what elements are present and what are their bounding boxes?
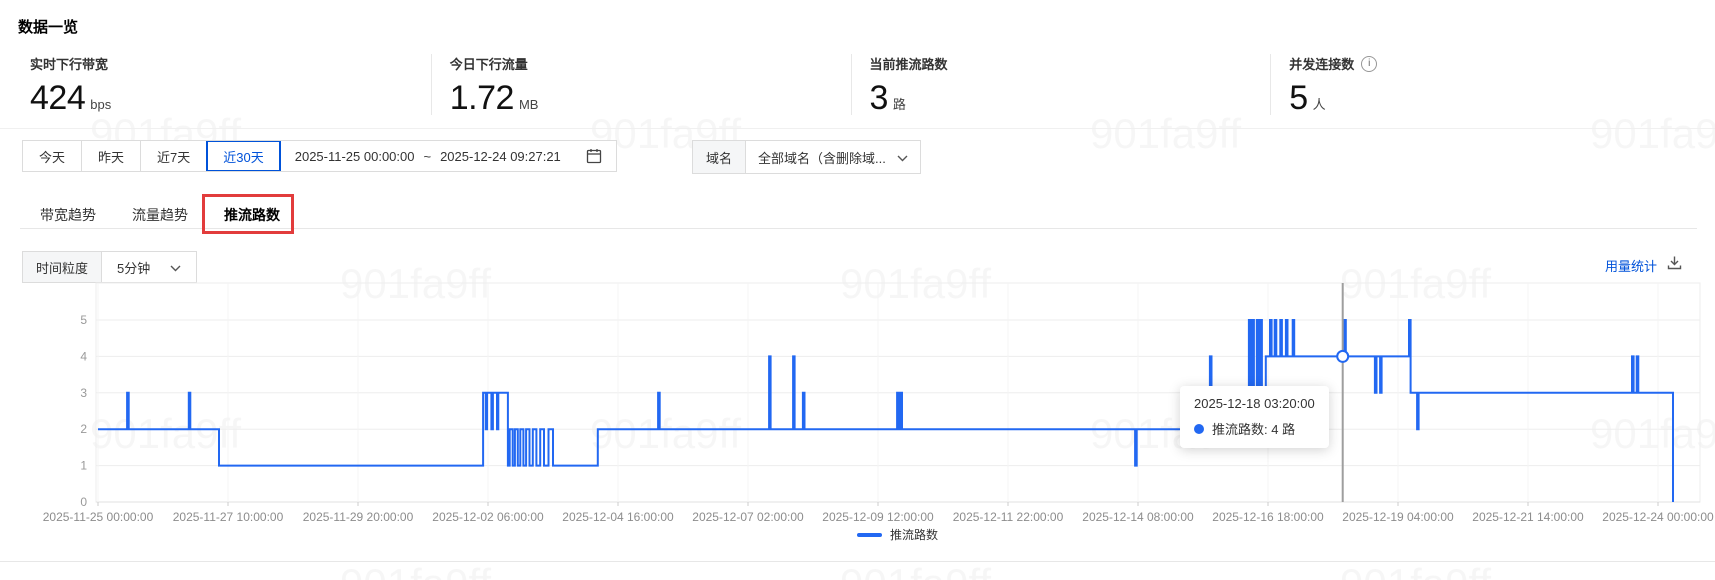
stat-unit: bps (90, 97, 112, 112)
quick-range-30days-button[interactable]: 近30天 (206, 141, 279, 171)
quick-range-7days-button[interactable]: 近7天 (140, 141, 206, 171)
date-start: 2025-11-25 00:00:00 (294, 148, 415, 164)
tabs-divider (20, 228, 1697, 229)
domain-select-label: 域名 (693, 141, 747, 173)
chevron-down-icon (897, 150, 908, 165)
chart-legend: 推流路数 (0, 526, 1715, 543)
stat-current-stream-count: 当前推流路数 3 路 (850, 54, 1271, 117)
domain-select-value[interactable]: 全部域名（含删除域... (746, 141, 920, 173)
stat-value: 424 (30, 79, 86, 117)
watermark-text: 901fa9ff (840, 0, 991, 8)
watermark-text: 901fa9ff (840, 560, 991, 580)
stat-value: 3 (869, 79, 889, 117)
svg-text:2025-11-25 00:00:00: 2025-11-25 00:00:00 (43, 510, 154, 524)
watermark-text: 901fa9ff (1590, 110, 1715, 158)
page-title: 数据一览 (18, 19, 79, 36)
legend-label: 推流路数 (889, 528, 938, 542)
stat-unit: 人 (1312, 97, 1326, 112)
watermark-text: 901fa9ff (1340, 0, 1491, 8)
svg-text:2025-12-21 14:00:00: 2025-12-21 14:00:00 (1472, 510, 1584, 524)
svg-text:2025-12-16 18:00:00: 2025-12-16 18:00:00 (1212, 510, 1324, 524)
date-filter-bar: 今天 昨天 近7天 近30天 2025-11-25 00:00:00 ~ 202… (22, 140, 617, 172)
svg-text:1: 1 (80, 459, 87, 473)
watermark-text: 901fa9ff (340, 0, 491, 8)
hover-point-marker (1336, 349, 1350, 363)
svg-text:2025-12-09 12:00:00: 2025-12-09 12:00:00 (822, 510, 934, 524)
svg-text:2025-11-27 10:00:00: 2025-11-27 10:00:00 (173, 510, 284, 524)
stat-label: 实时下行带宽 (30, 57, 109, 72)
calendar-icon[interactable] (586, 148, 602, 164)
chart-series-line[interactable] (98, 319, 1674, 502)
date-range-segmented-control: 今天 昨天 近7天 近30天 2025-11-25 00:00:00 ~ 202… (22, 140, 617, 172)
tab-stream-count[interactable]: 推流路数 (224, 205, 280, 225)
svg-text:4: 4 (80, 349, 87, 363)
stats-row: 实时下行带宽 424 bps 今日下行流量 1.72 MB 当前推流路数 3 路… (30, 54, 1690, 115)
date-range-picker[interactable]: 2025-11-25 00:00:00 ~ 2025-12-24 09:27:2… (279, 141, 616, 171)
svg-text:2025-11-29 20:00:00: 2025-11-29 20:00:00 (303, 510, 414, 524)
tooltip-value: 推流路数: 4 路 (1212, 422, 1296, 437)
date-end: 2025-12-24 09:27:21 (440, 148, 561, 164)
stream-count-chart[interactable]: 0 1 2 3 4 5 2025-11-25 00:00:00 2025-11-27 10:0… (0, 270, 1715, 560)
tooltip-time: 2025-12-18 03:20:00 (1194, 396, 1315, 411)
stat-concurrent-connections: 并发连接数 i 5 人 (1270, 54, 1690, 115)
section-divider (0, 128, 1715, 129)
watermark-text: 901fa9ff (1340, 560, 1491, 580)
stat-value: 1.72 (449, 79, 515, 117)
stat-label: 并发连接数 (1289, 57, 1355, 72)
svg-text:2025-12-07 02:00:00: 2025-12-07 02:00:00 (692, 510, 804, 524)
tab-bandwidth-trend[interactable]: 带宽趋势 (40, 205, 96, 225)
stat-unit: MB (518, 97, 539, 112)
svg-text:2: 2 (80, 422, 87, 436)
quick-range-yesterday-button[interactable]: 昨天 (81, 141, 140, 171)
stat-value: 5 (1289, 79, 1308, 117)
svg-text:2025-12-02 06:00:00: 2025-12-02 06:00:00 (432, 510, 544, 524)
svg-text:2025-12-04 16:00:00: 2025-12-04 16:00:00 (562, 510, 674, 524)
page-bottom-divider (0, 561, 1715, 562)
stat-today-downstream-traffic: 今日下行流量 1.72 MB (430, 54, 851, 117)
svg-text:2025-12-24 00:00:00: 2025-12-24 00:00:00 (1602, 510, 1714, 524)
domain-selected-option: 全部域名（含删除域... (758, 150, 886, 166)
watermark-text: 901fa9ff (1090, 110, 1241, 158)
legend-line-icon (856, 532, 882, 537)
svg-text:2025-12-19 04:00:00: 2025-12-19 04:00:00 (1342, 510, 1454, 524)
svg-text:3: 3 (80, 386, 87, 400)
svg-text:2025-12-11 22:00:00: 2025-12-11 22:00:00 (953, 510, 1064, 524)
legend-item-stream-count[interactable]: 推流路数 (856, 526, 938, 543)
watermark-text: 901fa9ff (340, 560, 491, 580)
quick-range-today-button[interactable]: 今天 (23, 141, 81, 171)
stat-label: 今日下行流量 (449, 57, 528, 72)
trend-tabs: 带宽趋势 流量趋势 推流路数 (40, 205, 280, 225)
info-icon[interactable]: i (1361, 55, 1378, 72)
svg-text:0: 0 (80, 495, 87, 509)
domain-select: 域名 全部域名（含删除域... (692, 140, 921, 174)
svg-text:5: 5 (80, 313, 87, 327)
chart-canvas[interactable]: 0 1 2 3 4 5 2025-11-25 00:00:00 2025-11-27 10:0… (0, 270, 1715, 560)
svg-text:2025-12-14 08:00:00: 2025-12-14 08:00:00 (1082, 510, 1194, 524)
tab-traffic-trend[interactable]: 流量趋势 (132, 205, 188, 225)
data-overview-page: 901fa9ff 901fa9ff 901fa9ff 901fa9ff 901fa9ff… (0, 0, 1715, 580)
stat-realtime-downstream-bandwidth: 实时下行带宽 424 bps (30, 54, 431, 115)
series-dot-icon (1194, 423, 1204, 434)
date-separator: ~ (423, 148, 432, 164)
chart-tooltip: 2025-12-18 03:20:00 推流路数: 4 路 (1180, 386, 1329, 448)
stat-label: 当前推流路数 (869, 57, 948, 72)
stat-unit: 路 (892, 97, 906, 112)
